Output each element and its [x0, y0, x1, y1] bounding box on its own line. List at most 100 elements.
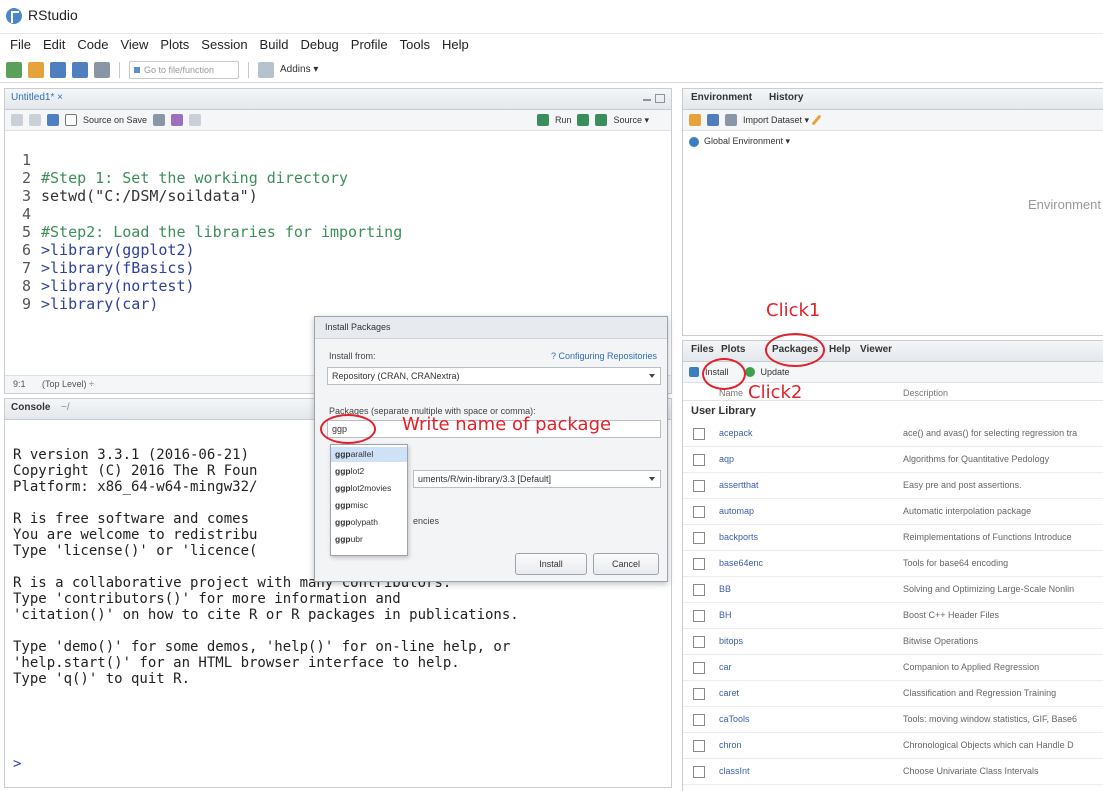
package-name-link[interactable]: acepack: [719, 428, 753, 438]
package-checkbox[interactable]: [693, 532, 705, 544]
tab-files[interactable]: Files: [691, 344, 714, 355]
source-icon[interactable]: [595, 114, 608, 126]
package-name-link[interactable]: bitops: [719, 636, 743, 646]
new-project-icon[interactable]: [28, 61, 44, 78]
cancel-button[interactable]: Cancel: [593, 553, 659, 575]
install-package-icon[interactable]: [689, 367, 699, 377]
menu-tools[interactable]: Tools: [394, 34, 436, 56]
update-icon[interactable]: [744, 367, 755, 377]
menu-view[interactable]: View: [114, 34, 154, 56]
package-suggestions-popup: ggparallel ggplot2 ggplot2movies ggpmisc…: [330, 444, 408, 556]
show-in-window-icon[interactable]: [29, 114, 41, 126]
package-name-link[interactable]: caTools: [719, 714, 750, 724]
menu-file[interactable]: File: [4, 34, 37, 56]
save-icon[interactable]: [47, 114, 59, 126]
print-icon[interactable]: [94, 61, 110, 78]
tab-history[interactable]: History: [769, 92, 803, 103]
package-name-link[interactable]: base64enc: [719, 558, 763, 568]
package-name-link[interactable]: assertthat: [719, 480, 759, 490]
goto-file-input[interactable]: Go to file/function: [129, 60, 239, 79]
package-name-link[interactable]: aqp: [719, 454, 734, 464]
compile-report-icon[interactable]: [189, 114, 202, 126]
package-description: Solving and Optimizing Large-Scale Nonli…: [903, 584, 1075, 594]
suggestion-item[interactable]: ggpolypath: [331, 515, 407, 530]
col-description[interactable]: Description: [903, 388, 948, 398]
load-workspace-icon[interactable]: [689, 114, 701, 126]
menu-debug[interactable]: Debug: [294, 34, 344, 56]
package-checkbox[interactable]: [693, 558, 705, 570]
tab-plots[interactable]: Plots: [721, 344, 745, 355]
console-prompt[interactable]: >: [13, 756, 21, 772]
package-description: Reimplementations of Functions Introduce: [903, 532, 1072, 542]
addins-menu[interactable]: Addins ▾: [280, 64, 318, 75]
package-checkbox[interactable]: [693, 584, 705, 596]
menu-code[interactable]: Code: [71, 34, 114, 56]
package-checkbox[interactable]: [693, 428, 705, 440]
package-name-link[interactable]: backports: [719, 532, 758, 542]
package-checkbox[interactable]: [693, 662, 705, 674]
configuring-repositories-link[interactable]: ? Configuring Repositories: [551, 351, 657, 361]
package-name-link[interactable]: car: [719, 662, 732, 672]
library-select[interactable]: uments/R/win-library/3.3 [Default]: [413, 470, 661, 488]
code-line: 2 setwd("C:/DSM/soildata"): [5, 151, 258, 205]
source-on-save-checkbox[interactable]: [65, 114, 77, 126]
library-value: uments/R/win-library/3.3 [Default]: [418, 474, 552, 484]
update-button[interactable]: Update: [761, 367, 790, 377]
package-checkbox[interactable]: [693, 454, 705, 466]
package-checkbox[interactable]: [693, 636, 705, 648]
save-icon[interactable]: [50, 61, 66, 78]
menu-build[interactable]: Build: [254, 34, 295, 56]
grid-layout-icon[interactable]: [258, 61, 274, 78]
import-dataset-button[interactable]: Import Dataset ▾: [743, 115, 809, 126]
tab-viewer[interactable]: Viewer: [860, 344, 892, 355]
suggestion-item[interactable]: ggpmisc: [331, 498, 407, 513]
menu-plots[interactable]: Plots: [154, 34, 195, 56]
save-all-icon[interactable]: [72, 61, 88, 78]
package-name-link[interactable]: automap: [719, 506, 754, 516]
package-checkbox[interactable]: [693, 740, 705, 752]
tab-console[interactable]: Console: [11, 402, 50, 413]
package-name-link[interactable]: classInt: [719, 766, 750, 776]
package-name-link[interactable]: BH: [719, 610, 732, 620]
code-tools-icon[interactable]: [171, 114, 184, 126]
run-icon[interactable]: [536, 114, 549, 126]
menu-help[interactable]: Help: [436, 34, 475, 56]
packages-toolbar: Install Update: [683, 362, 1103, 383]
package-checkbox[interactable]: [693, 480, 705, 492]
package-checkbox[interactable]: [693, 610, 705, 622]
save-workspace-icon[interactable]: [707, 114, 719, 126]
tab-untitled1[interactable]: Untitled1* ×: [11, 92, 63, 103]
window-title: RStudio: [28, 7, 78, 23]
package-name-link[interactable]: BB: [719, 584, 731, 594]
suggestion-item[interactable]: ggparallel: [331, 447, 407, 462]
run-button[interactable]: Run: [555, 115, 572, 125]
menu-session[interactable]: Session: [195, 34, 253, 56]
clear-broom-icon[interactable]: [811, 114, 822, 126]
tab-help[interactable]: Help: [829, 344, 851, 355]
package-checkbox[interactable]: [693, 714, 705, 726]
install-button[interactable]: Install: [515, 553, 587, 575]
files-pane: Files Plots Packages Help Viewer Install…: [682, 340, 1103, 791]
package-checkbox[interactable]: [693, 688, 705, 700]
package-name-link[interactable]: chron: [719, 740, 742, 750]
new-file-icon[interactable]: [6, 61, 22, 78]
suggestion-item[interactable]: ggplot2: [331, 464, 407, 479]
suggestion-item[interactable]: ggplot2movies: [331, 481, 407, 496]
tab-environment[interactable]: Environment: [691, 92, 752, 103]
menu-profile[interactable]: Profile: [345, 34, 394, 56]
find-icon[interactable]: [153, 114, 166, 126]
package-name-link[interactable]: caret: [719, 688, 739, 698]
source-button[interactable]: Source ▾: [613, 115, 649, 126]
scope-indicator[interactable]: (Top Level) ÷: [42, 379, 94, 389]
rerun-icon[interactable]: [577, 114, 590, 126]
package-checkbox[interactable]: [693, 766, 705, 778]
menu-edit[interactable]: Edit: [37, 34, 71, 56]
pane-window-controls-icon[interactable]: [643, 93, 665, 103]
import-dataset-icon[interactable]: [725, 114, 737, 126]
install-from-select[interactable]: Repository (CRAN, CRANextra): [327, 367, 661, 385]
toolbar-separator: [248, 61, 249, 78]
suggestion-item[interactable]: ggpubr: [331, 532, 407, 547]
global-environment-select[interactable]: Global Environment ▾: [689, 136, 790, 147]
package-checkbox[interactable]: [693, 506, 705, 518]
back-arrow-icon[interactable]: [11, 114, 23, 126]
